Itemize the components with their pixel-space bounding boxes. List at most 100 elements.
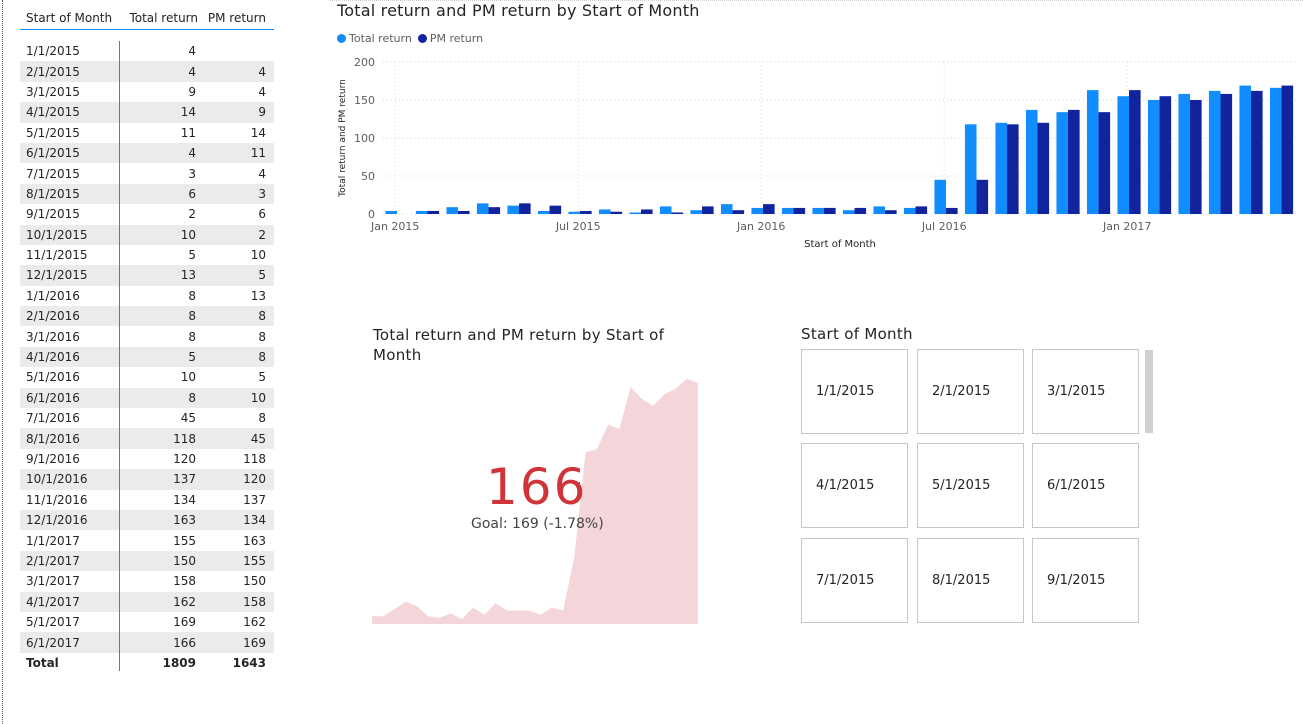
bar-pm-return xyxy=(1068,109,1080,214)
table-row[interactable]: 4/1/2015 14 9 xyxy=(20,102,274,123)
bar-total-return xyxy=(568,211,581,214)
cell-total-return: 8 xyxy=(188,288,196,303)
cell-pm-return: 45 xyxy=(250,431,266,446)
table-row[interactable]: 6/1/2017 166 169 xyxy=(20,632,274,653)
slicer-scrollbar[interactable] xyxy=(1145,350,1153,433)
bar-total-return xyxy=(598,209,611,214)
bar-pm-return xyxy=(732,210,745,214)
table-row[interactable]: 5/1/2017 169 162 xyxy=(20,612,274,632)
cell-pm-return: 120 xyxy=(243,472,266,487)
table-row[interactable]: 4/1/2017 162 158 xyxy=(20,591,274,612)
table-row[interactable]: 12/1/2016 163 134 xyxy=(20,509,274,531)
bar-chart[interactable]: 050100150200Jan 2015 Jul 2015 Jan 2016 Jul … xyxy=(333,52,1303,252)
cell-pm-return: 8 xyxy=(258,329,266,344)
table-row[interactable]: 3/1/2016 8 8 xyxy=(20,326,274,346)
cell-total-return: 163 xyxy=(173,513,196,528)
y-tick-label: 150 xyxy=(354,94,375,107)
cell-total-return: 5 xyxy=(188,350,196,365)
bar-pm-return xyxy=(793,207,806,214)
cell-start-of-month: 5/1/2016 xyxy=(26,370,80,385)
cell-total-return: 6 xyxy=(188,186,196,201)
kpi-title: Total return and PM return by Start of M… xyxy=(373,326,665,364)
bar-chart-legend[interactable]: Total return PM return xyxy=(337,32,489,45)
slicer-tile-label: 4/1/2015 xyxy=(816,478,875,493)
bar-total-return xyxy=(873,206,886,214)
table-row[interactable]: 10/1/2016 137 120 xyxy=(20,469,274,490)
bar-total-return xyxy=(751,207,764,214)
slicer-tile[interactable]: 9/1/2015 xyxy=(1032,538,1139,623)
cell-total-return: 8 xyxy=(188,329,196,344)
table-row[interactable]: 6/1/2015 4 11 xyxy=(20,142,274,164)
bar-pm-return xyxy=(1159,96,1172,214)
slicer-tile[interactable]: 6/1/2015 xyxy=(1032,443,1139,528)
column-header-start-of-month[interactable]: Start of Month xyxy=(20,11,120,25)
slicer-tile[interactable]: 5/1/2015 xyxy=(917,443,1024,528)
cell-start-of-month: 4/1/2016 xyxy=(26,350,80,365)
table-row[interactable]: 2/1/2017 150 155 xyxy=(20,550,274,572)
slicer-tile-label: 8/1/2015 xyxy=(932,573,991,588)
x-axis-title: Start of Month xyxy=(804,239,876,250)
cell-pm-return: 5 xyxy=(258,370,266,385)
bar-total-return xyxy=(415,210,428,214)
bar-total-return xyxy=(659,206,672,214)
bar-pm-return xyxy=(1098,112,1111,214)
slicer-tile[interactable]: 2/1/2015 xyxy=(917,349,1024,434)
bar-total-return xyxy=(690,210,703,214)
cell-total-return: 14 xyxy=(180,105,196,120)
y-axis-title: Total return and PM return xyxy=(338,79,348,198)
table-row[interactable]: 5/1/2016 10 5 xyxy=(20,367,274,387)
table-row[interactable]: 8/1/2016 118 45 xyxy=(20,428,274,449)
table-row[interactable]: 9/1/2016 120 118 xyxy=(20,449,274,469)
slicer-tile[interactable]: 8/1/2015 xyxy=(917,538,1024,623)
table-row[interactable]: 4/1/2016 5 8 xyxy=(20,346,274,368)
slicer-tile[interactable]: 3/1/2015 xyxy=(1032,349,1139,434)
table-row[interactable]: 1/1/2017 155 163 xyxy=(20,530,274,550)
slicer-tile-label: 3/1/2015 xyxy=(1047,384,1106,399)
slicer-tile-label: 2/1/2015 xyxy=(932,384,991,399)
table-row[interactable]: 5/1/2015 11 14 xyxy=(20,123,274,143)
cell-start-of-month: 12/1/2015 xyxy=(26,268,88,283)
cell-start-of-month: 3/1/2017 xyxy=(26,574,80,589)
cell-total-return: 155 xyxy=(173,533,196,548)
table-row[interactable]: 7/1/2016 45 8 xyxy=(20,408,274,428)
table-row[interactable]: 3/1/2017 158 150 xyxy=(20,571,274,591)
table-row[interactable]: 1/1/2015 4 xyxy=(20,41,274,61)
cell-start-of-month: 5/1/2017 xyxy=(26,615,80,630)
table-row[interactable]: 6/1/2016 8 10 xyxy=(20,387,274,409)
table-total-row: Total 1809 1643 xyxy=(20,653,274,673)
bar-pm-return xyxy=(458,210,470,214)
kpi-goal: Goal: 169 (-1.78%) xyxy=(471,516,604,532)
cell-start-of-month: 11/1/2015 xyxy=(26,248,88,263)
bar-total-return xyxy=(964,124,977,214)
column-header-total-return[interactable]: Total return xyxy=(120,11,198,25)
cell-start-of-month: 12/1/2016 xyxy=(26,513,88,528)
table-row[interactable]: 11/1/2016 134 137 xyxy=(20,490,274,510)
cell-start-of-month: 3/1/2015 xyxy=(26,84,80,99)
table-row[interactable]: 8/1/2015 6 3 xyxy=(20,183,274,205)
bar-pm-return xyxy=(488,207,501,214)
bar-total-return xyxy=(629,212,642,214)
cell-start-of-month: 9/1/2016 xyxy=(26,452,80,466)
table-row[interactable]: 9/1/2015 2 6 xyxy=(20,204,274,224)
cell-start-of-month: 4/1/2015 xyxy=(26,105,80,120)
table-row[interactable]: 2/1/2015 4 4 xyxy=(20,61,274,82)
cell-pm-return: 118 xyxy=(243,452,266,466)
table-column-divider xyxy=(119,41,120,671)
table-row[interactable]: 1/1/2016 8 13 xyxy=(20,286,274,306)
legend-item-pm-return[interactable]: PM return xyxy=(417,32,483,45)
slicer-tile[interactable]: 7/1/2015 xyxy=(801,538,908,623)
table-row[interactable]: 7/1/2015 3 4 xyxy=(20,163,274,183)
bar-pm-return xyxy=(549,205,562,214)
cell-pm-return: 3 xyxy=(258,186,266,201)
table-row[interactable]: 3/1/2015 9 4 xyxy=(20,82,274,102)
table-row[interactable]: 12/1/2015 13 5 xyxy=(20,265,274,286)
table-row[interactable]: 11/1/2015 5 10 xyxy=(20,245,274,265)
table-row[interactable]: 2/1/2016 8 8 xyxy=(20,306,274,327)
slicer-tile[interactable]: 1/1/2015 xyxy=(801,349,908,434)
column-header-pm-return[interactable]: PM return xyxy=(198,11,266,25)
legend-item-total-return[interactable]: Total return xyxy=(337,32,412,45)
cell-start-of-month: 6/1/2017 xyxy=(26,635,80,650)
slicer-tile[interactable]: 4/1/2015 xyxy=(801,443,908,528)
table-row[interactable]: 10/1/2015 10 2 xyxy=(20,224,274,245)
data-table[interactable]: Start of Month Total return PM return 1/… xyxy=(20,6,274,673)
